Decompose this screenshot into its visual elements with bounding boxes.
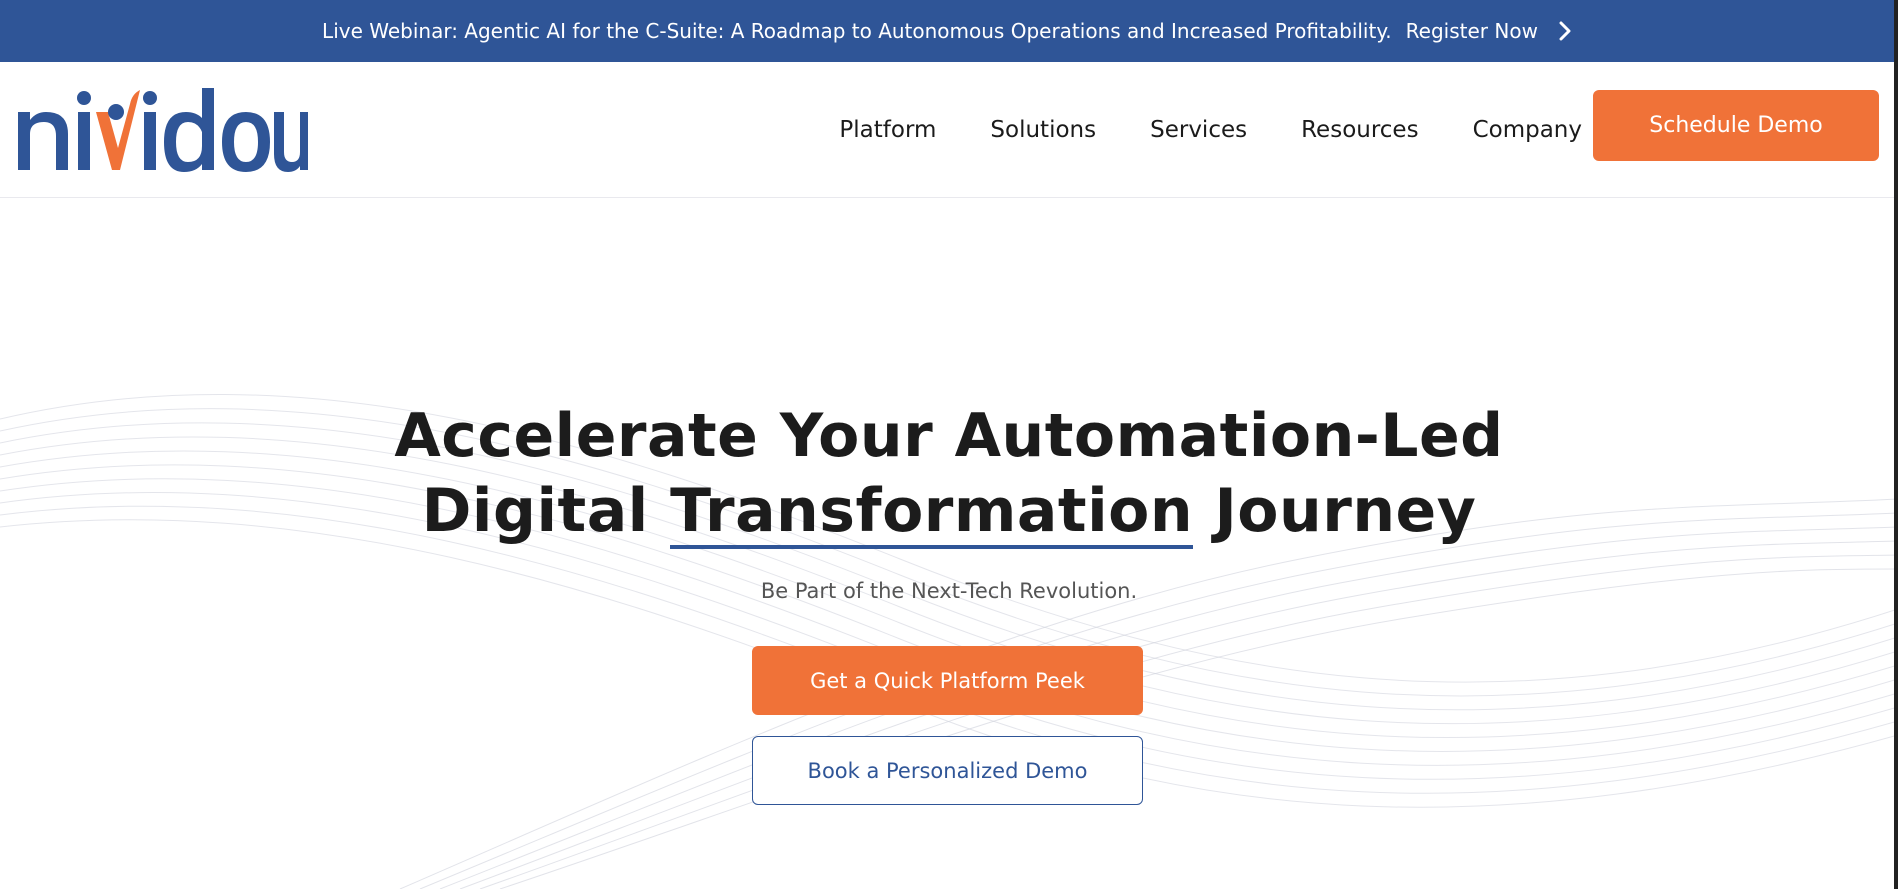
hero-subtitle: Be Part of the Next-Tech Revolution. [760, 579, 1138, 603]
headline-line-2: Digital Transformation Journey [0, 474, 1898, 549]
nav-item-services[interactable]: Services [1150, 117, 1247, 143]
register-now-link[interactable]: Register Now [1406, 19, 1538, 43]
headline-line-2-pre: Digital [421, 476, 671, 546]
nav-item-resources[interactable]: Resources [1301, 117, 1418, 143]
headline-line-1: Accelerate Your Automation-Led [394, 401, 1504, 471]
headline-line-2-post: Journey [1193, 476, 1477, 546]
window-edge [1894, 0, 1898, 889]
nav-item-platform[interactable]: Platform [839, 117, 936, 143]
nividous-logo[interactable] [12, 82, 312, 182]
announcement-message: Live Webinar: Agentic AI for the C-Suite… [322, 19, 1392, 43]
announcement-bar: Live Webinar: Agentic AI for the C-Suite… [0, 0, 1898, 62]
headline-emphasis: Transformation [670, 477, 1194, 549]
platform-peek-button[interactable]: Get a Quick Platform Peek [752, 646, 1143, 715]
nav-item-company[interactable]: Company [1473, 117, 1582, 143]
site-header: Platform Solutions Services Resources Co… [0, 62, 1898, 198]
chevron-right-icon[interactable] [1554, 20, 1576, 42]
hero-headline: Accelerate Your Automation-Led Digital T… [0, 399, 1898, 549]
hero-section: Accelerate Your Automation-Led Digital T… [0, 199, 1898, 889]
schedule-demo-button[interactable]: Schedule Demo [1593, 90, 1879, 161]
main-nav: Platform Solutions Services Resources Co… [785, 62, 1582, 198]
book-demo-button[interactable]: Book a Personalized Demo [752, 736, 1143, 805]
nav-item-solutions[interactable]: Solutions [990, 117, 1096, 143]
